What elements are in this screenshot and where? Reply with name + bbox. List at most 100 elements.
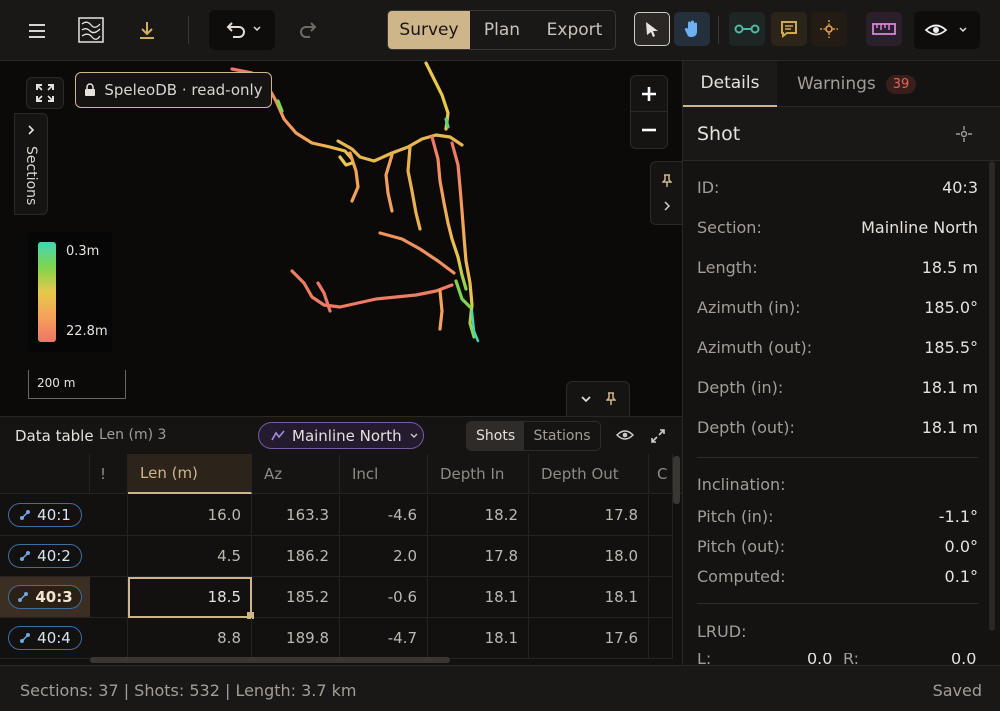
menu-icon[interactable] <box>24 18 52 44</box>
station-tag-button[interactable]: 40:2 <box>8 544 82 568</box>
field-value: 185.0° <box>924 298 978 317</box>
column-header-inclination[interactable]: Incl <box>340 454 428 494</box>
toolbar-divider <box>188 16 189 44</box>
annotation-button[interactable] <box>771 12 807 46</box>
sections-drawer-toggle[interactable]: Sections <box>14 113 48 215</box>
expand-icon[interactable] <box>650 428 666 444</box>
flag-cell[interactable] <box>90 536 128 577</box>
tab-plan[interactable]: Plan <box>470 11 534 49</box>
table-cell-clipped[interactable] <box>649 495 673 536</box>
table-cell[interactable]: 8.8 <box>128 618 252 659</box>
table-cell[interactable]: 18.0 <box>529 536 649 577</box>
station-tag-button[interactable]: 40:4 <box>8 626 82 650</box>
undo-button[interactable] <box>219 18 267 42</box>
column-header-flag[interactable]: ! <box>90 454 128 494</box>
flag-cell[interactable] <box>90 577 128 618</box>
column-hint: Len (m) 3 <box>99 427 167 443</box>
panel-scrollbar[interactable] <box>989 161 995 631</box>
tab-shots[interactable]: Shots <box>467 422 525 450</box>
field-depth-out: Depth (out): 18.1 m <box>697 418 978 442</box>
table-cell[interactable]: -4.7 <box>340 618 428 659</box>
download-icon[interactable] <box>134 16 160 44</box>
shot-link-icon <box>20 633 31 643</box>
map-canvas[interactable]: SpeleoDB · read-only Sections 0.3m 22.8m… <box>0 61 682 416</box>
table-cell[interactable]: 186.2 <box>252 536 340 577</box>
measure-tool-button[interactable] <box>866 12 902 46</box>
column-header-azimuth[interactable]: Az <box>252 454 340 494</box>
select-tool-button[interactable] <box>634 12 670 46</box>
status-summary: Sections: 37 | Shots: 532 | Length: 3.7 … <box>20 681 357 700</box>
node-tool-button[interactable] <box>811 12 847 46</box>
inclination-heading: Inclination: <box>697 475 786 494</box>
field-label: Azimuth (in): <box>697 298 801 317</box>
field-azimuth-out: Azimuth (out): 185.5° <box>697 338 978 362</box>
locate-icon[interactable] <box>955 125 973 143</box>
table-cell[interactable]: 185.2 <box>252 577 340 618</box>
row-id-header <box>0 454 90 494</box>
table-cell[interactable]: 17.6 <box>529 618 649 659</box>
station-id: 40:4 <box>37 629 71 647</box>
view-toggle: Shots Stations <box>466 421 601 451</box>
eye-icon[interactable] <box>616 429 634 441</box>
field-label: Depth (out): <box>697 418 795 437</box>
field-value: 18.5 m <box>921 258 978 277</box>
tab-export[interactable]: Export <box>534 11 615 49</box>
table-cell[interactable]: 2.0 <box>340 536 428 577</box>
table-cell[interactable]: 18.2 <box>428 495 529 536</box>
panel-tabs: Details Warnings 39 <box>683 61 1000 107</box>
field-value: 0.0° <box>944 537 978 556</box>
scale-label: 200 m <box>37 376 76 390</box>
table-horizontal-scrollbar[interactable] <box>90 657 450 663</box>
data-table: ! Len (m) Az Incl Depth In Depth Out C 4… <box>0 454 682 665</box>
table-drawer-toggle[interactable] <box>566 381 630 416</box>
fit-view-button[interactable] <box>26 77 64 109</box>
flag-cell[interactable] <box>90 495 128 536</box>
table-cell-clipped[interactable] <box>649 536 673 577</box>
chevron-down-icon <box>581 396 591 403</box>
station-tag-button[interactable]: 40:3 <box>8 585 82 609</box>
column-header-length[interactable]: Len (m) <box>128 454 252 494</box>
table-cell[interactable]: 16.0 <box>128 495 252 536</box>
visibility-menu-button[interactable] <box>914 11 980 49</box>
station-tag-button[interactable]: 40:1 <box>8 503 82 527</box>
lock-icon <box>85 83 96 96</box>
table-cell[interactable]: 17.8 <box>428 536 529 577</box>
table-cell[interactable]: 189.8 <box>252 618 340 659</box>
section-filter-label: Mainline North <box>292 426 402 445</box>
depth-gradient-bar <box>38 242 56 342</box>
tab-survey[interactable]: Survey <box>388 11 470 49</box>
details-pin-toggle[interactable] <box>650 161 682 225</box>
shot-link-icon <box>18 592 29 602</box>
link-stations-button[interactable] <box>729 12 765 46</box>
section-filter-dropdown[interactable]: Mainline North <box>258 422 424 449</box>
table-cell-clipped[interactable] <box>649 577 673 618</box>
zoom-controls <box>630 75 668 149</box>
table-cell[interactable]: 18.1 <box>428 577 529 618</box>
field-value: 0.1° <box>944 567 978 586</box>
zoom-out-button[interactable] <box>631 112 667 148</box>
zoom-in-button[interactable] <box>631 76 667 113</box>
tab-warnings[interactable]: Warnings 39 <box>797 61 917 107</box>
table-cell[interactable]: 18.1 <box>428 618 529 659</box>
pan-tool-button[interactable] <box>674 12 710 46</box>
column-header-depth-out[interactable]: Depth Out <box>529 454 649 494</box>
column-header-clipped[interactable]: C <box>649 454 673 494</box>
table-cell[interactable]: 163.3 <box>252 495 340 536</box>
table-cell[interactable]: 18.1 <box>529 577 649 618</box>
tab-details[interactable]: Details <box>683 61 777 107</box>
table-cell[interactable]: 18.5 <box>128 577 252 618</box>
column-header-depth-in[interactable]: Depth In <box>428 454 529 494</box>
tab-stations[interactable]: Stations <box>524 422 600 450</box>
flag-cell[interactable] <box>90 618 128 659</box>
table-cell-clipped[interactable] <box>649 618 673 659</box>
table-vertical-scrollbar[interactable] <box>673 456 680 504</box>
redo-button[interactable] <box>296 18 324 42</box>
field-computed: Computed: 0.1° <box>697 567 978 591</box>
field-label: ID: <box>697 178 720 197</box>
table-cell[interactable]: 4.5 <box>128 536 252 577</box>
table-cell[interactable]: 17.8 <box>529 495 649 536</box>
table-cell[interactable]: -4.6 <box>340 495 428 536</box>
toolbar-divider <box>718 16 719 44</box>
station-id: 40:3 <box>35 588 73 606</box>
table-cell[interactable]: -0.6 <box>340 577 428 618</box>
